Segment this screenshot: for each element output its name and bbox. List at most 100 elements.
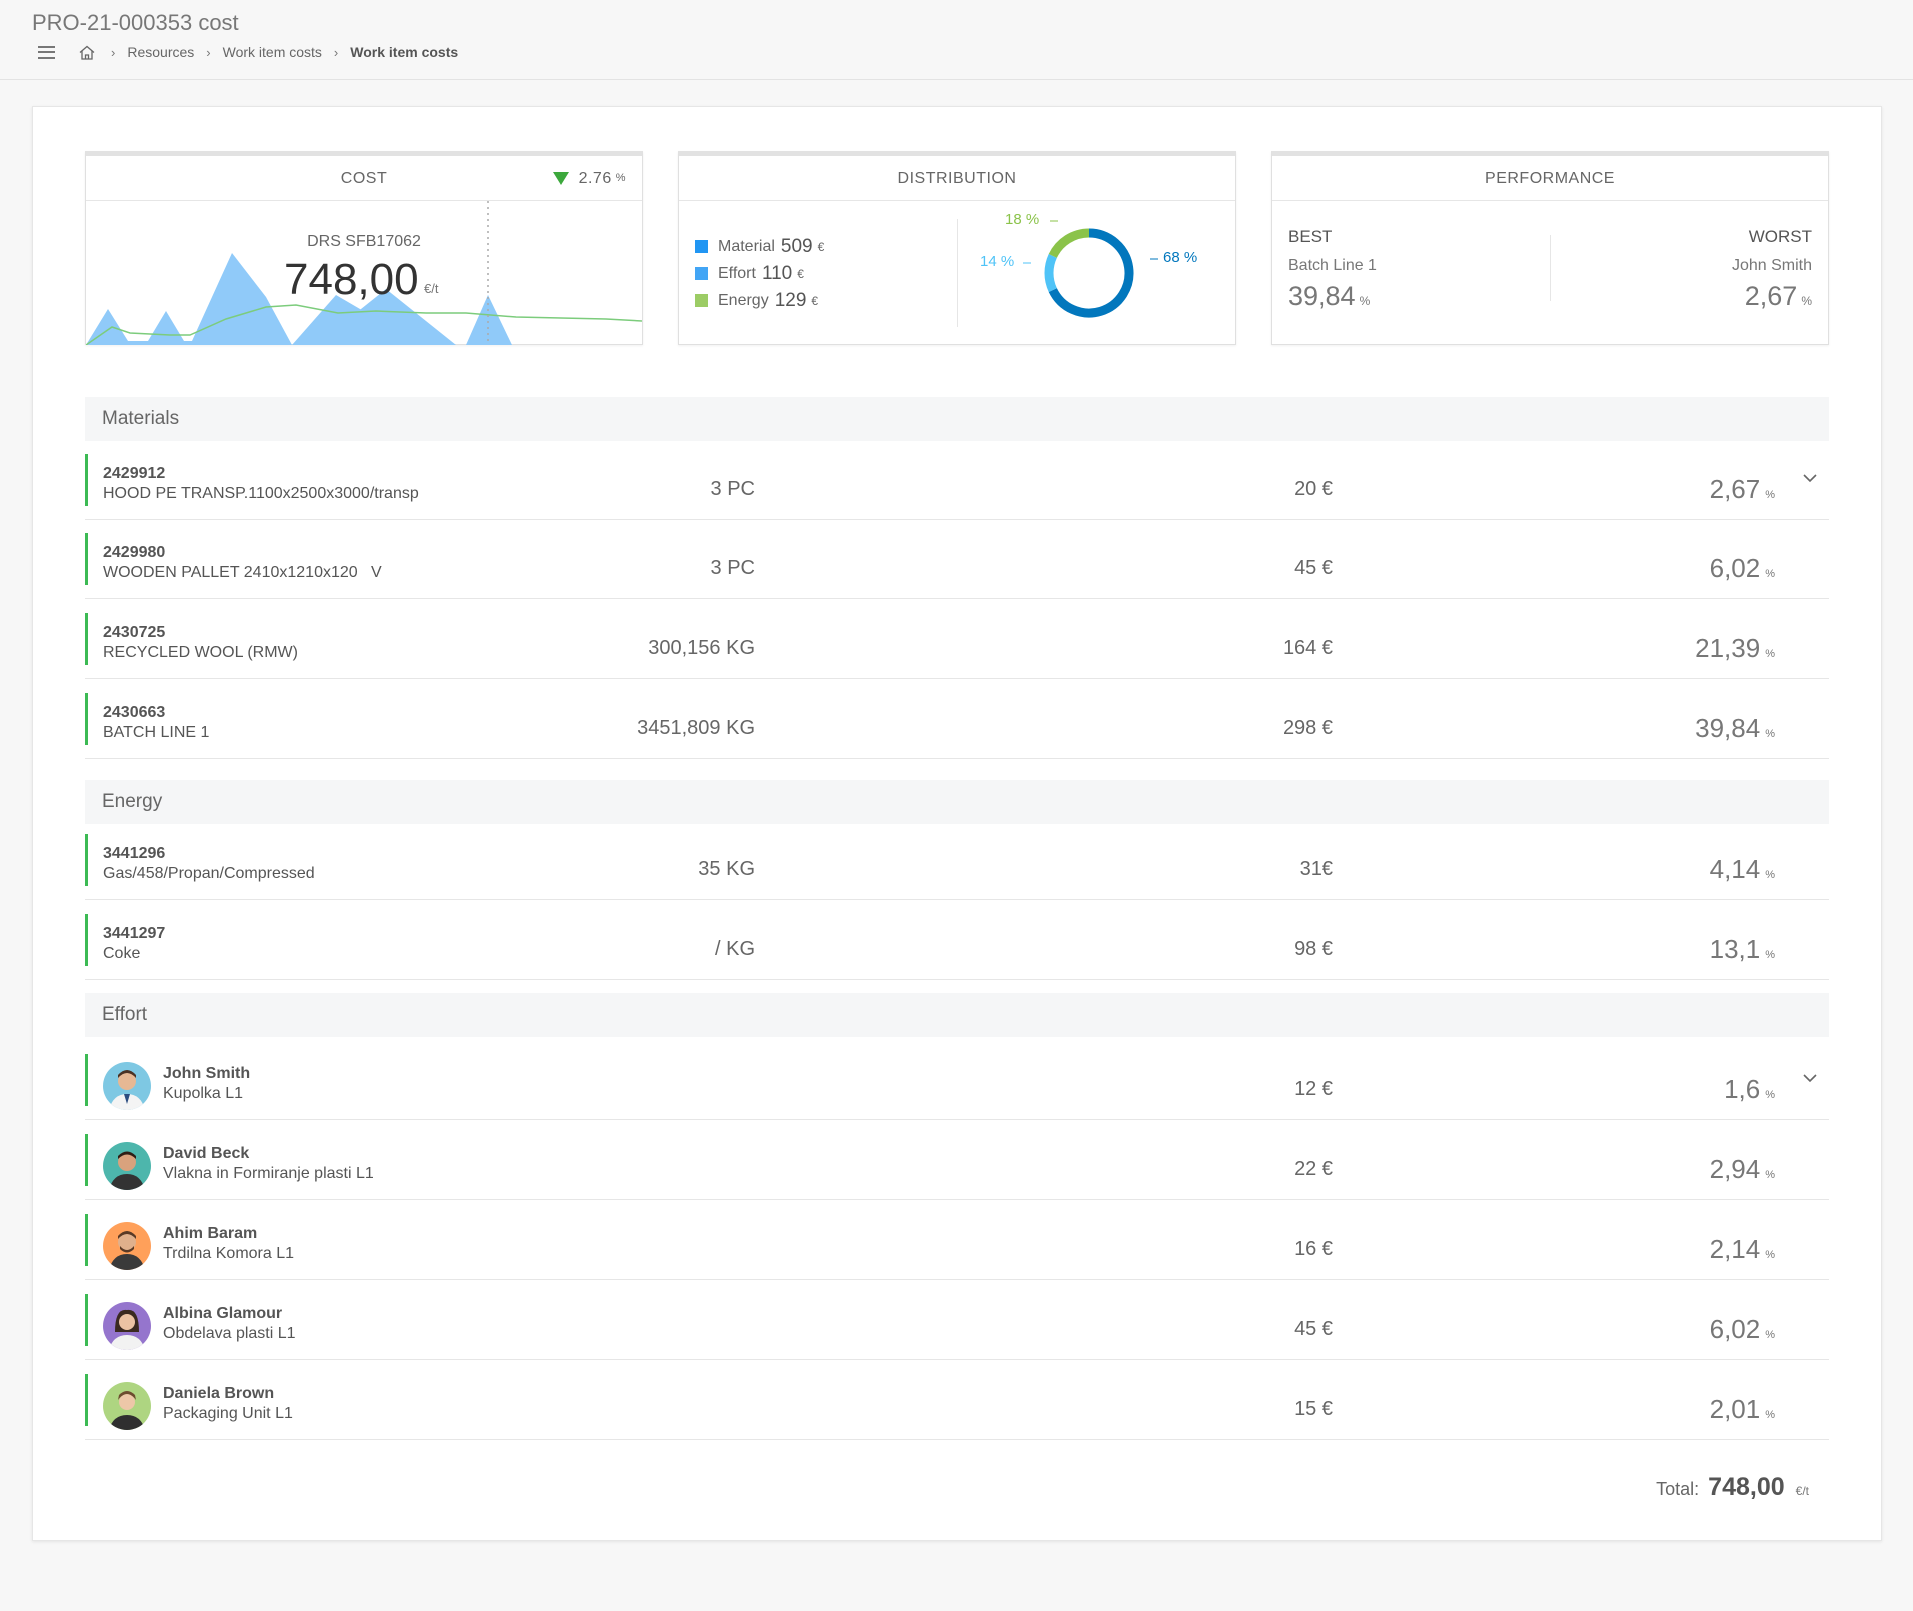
breadcrumb-work-item-costs[interactable]: Work item costs (223, 44, 322, 60)
donut-label-energy: 18 % (1005, 211, 1040, 228)
best-name: Batch Line 1 (1288, 257, 1377, 274)
row-price: 98 € (1294, 938, 1333, 960)
row-percent-value: 2,01 (1709, 1394, 1761, 1424)
energy-row[interactable]: 3441296 Gas/458/Propan/Compressed 35 KG … (85, 822, 1829, 900)
row-percent-value: 1,6 (1724, 1074, 1761, 1104)
row-description: WOODEN PALLET 2410x1210x120 V (103, 564, 382, 581)
row-code: 2429912 (103, 465, 166, 482)
row-description: HOOD PE TRANSP.1100x2500x3000/transp (103, 485, 419, 502)
effort-row[interactable]: Daniela Brown Packaging Unit L1 15 € 2,0… (85, 1362, 1829, 1440)
row-code: 3441296 (103, 845, 166, 862)
row-percent: 2,94% (1645, 1154, 1775, 1185)
worst-value-unit: % (1801, 294, 1812, 308)
home-icon[interactable] (79, 45, 95, 60)
avatar (103, 1302, 151, 1350)
cost-card: COST 2.76 % DRS SFB17062 748,00 €/t (85, 151, 643, 345)
breadcrumb-current: Work item costs (350, 44, 459, 60)
cost-card-title: COST (340, 170, 388, 187)
row-price: 20 € (1294, 478, 1333, 500)
cost-trend: 2.76 % (552, 156, 626, 201)
row-percent: 4,14% (1645, 854, 1775, 885)
row-description: RECYCLED WOOL (RMW) (103, 644, 298, 661)
worst-title: WORST (1748, 227, 1812, 246)
row-price: 45 € (1294, 557, 1333, 579)
row-percent-unit: % (1765, 568, 1775, 580)
row-percent: 6,02% (1645, 1314, 1775, 1345)
material-row[interactable]: 2429980 WOODEN PALLET 2410x1210x120 V 3 … (85, 521, 1829, 599)
distribution-donut (1023, 220, 1158, 318)
worst-name: John Smith (1731, 257, 1812, 274)
total-label: Total: (1656, 1479, 1700, 1499)
main-panel: COST 2.76 % DRS SFB17062 748,00 €/t DIST… (32, 106, 1882, 1541)
row-code: 2430725 (103, 624, 166, 641)
row-percent-value: 2,67 (1709, 474, 1761, 504)
chevron-right-icon: › (111, 44, 116, 60)
row-code: 3441297 (103, 925, 166, 942)
cost-chart-area: DRS SFB17062 748,00 €/t (86, 201, 642, 345)
row-accent (85, 1054, 88, 1106)
row-accent (85, 454, 88, 506)
row-percent-unit: % (1765, 869, 1775, 881)
row-percent: 6,02% (1645, 553, 1775, 584)
row-percent-unit: % (1765, 1409, 1775, 1421)
menu-icon[interactable] (38, 45, 55, 59)
row-quantity: 300,156 KG (648, 637, 755, 659)
chevron-down-icon[interactable] (1803, 470, 1817, 488)
breadcrumb: › Resources › Work item costs › Work ite… (38, 42, 458, 62)
row-price: 298 € (1282, 717, 1333, 739)
row-percent-unit: % (1765, 489, 1775, 501)
row-percent: 1,6% (1645, 1074, 1775, 1105)
person-role: Trdilna Komora L1 (163, 1245, 295, 1262)
material-row[interactable]: 2430725 RECYCLED WOOL (RMW) 300,156 KG 1… (85, 601, 1829, 679)
row-percent-value: 39,84 (1695, 713, 1761, 743)
row-accent (85, 834, 88, 886)
person-name: Albina Glamour (163, 1305, 283, 1322)
donut-segment-energy (1048, 228, 1090, 259)
trend-unit: % (615, 172, 626, 184)
row-quantity: 3 PC (710, 557, 755, 579)
row-percent-unit: % (1765, 648, 1775, 660)
person-name: David Beck (163, 1145, 250, 1162)
best-value: 39,84% (1288, 281, 1377, 312)
effort-row[interactable]: David Beck Vlakna in Formiranje plasti L… (85, 1122, 1829, 1200)
person-name: Daniela Brown (163, 1385, 275, 1402)
total-unit: €/t (1795, 1484, 1809, 1498)
material-row[interactable]: 2430663 BATCH LINE 1 3451,809 KG 298 € 3… (85, 681, 1829, 759)
breadcrumb-resources[interactable]: Resources (127, 44, 194, 60)
person-role: Obdelava plasti L1 (163, 1325, 296, 1342)
donut-segment-effort (1044, 254, 1057, 292)
row-price: 31€ (1299, 858, 1333, 880)
row-percent-unit: % (1765, 1249, 1775, 1261)
performance-best: BEST Batch Line 1 39,84% (1288, 227, 1377, 312)
donut-label-material: 68 % (1163, 249, 1198, 266)
chevron-right-icon: › (206, 44, 211, 60)
row-percent: 2,14% (1645, 1234, 1775, 1265)
trend-value: 2.76 (578, 170, 612, 187)
row-description: BATCH LINE 1 (103, 724, 210, 741)
effort-row[interactable]: Albina Glamour Obdelava plasti L1 45 € 6… (85, 1282, 1829, 1360)
person-name: John Smith (163, 1065, 251, 1082)
person-role: Kupolka L1 (163, 1085, 244, 1102)
section-energy: Energy (85, 780, 1829, 824)
material-row[interactable]: 2429912 HOOD PE TRANSP.1100x2500x3000/tr… (85, 442, 1829, 520)
row-percent: 2,01% (1645, 1394, 1775, 1425)
effort-row[interactable]: Ahim Baram Trdilna Komora L1 16 € 2,14% (85, 1202, 1829, 1280)
row-percent-value: 21,39 (1695, 633, 1761, 663)
avatar (103, 1062, 151, 1110)
person-role: Vlakna in Formiranje plasti L1 (163, 1165, 374, 1182)
effort-row[interactable]: John Smith Kupolka L1 12 € 1,6% (85, 1042, 1829, 1120)
row-percent: 2,67% (1645, 474, 1775, 505)
row-description: Coke (103, 945, 141, 962)
total: Total: 748,00 €/t (1656, 1473, 1809, 1502)
row-percent-unit: % (1765, 728, 1775, 740)
row-percent-value: 13,1 (1709, 934, 1761, 964)
total-value: 748,00 (1708, 1473, 1785, 1501)
row-accent (85, 1294, 88, 1346)
energy-row[interactable]: 3441297 Coke / KG 98 € 13,1% (85, 902, 1829, 980)
row-accent (85, 533, 88, 585)
row-accent (85, 613, 88, 665)
row-price: 164 € (1282, 637, 1333, 659)
cost-value: 748,00 (284, 255, 419, 304)
chevron-down-icon[interactable] (1803, 1070, 1817, 1088)
row-percent-unit: % (1765, 1169, 1775, 1181)
